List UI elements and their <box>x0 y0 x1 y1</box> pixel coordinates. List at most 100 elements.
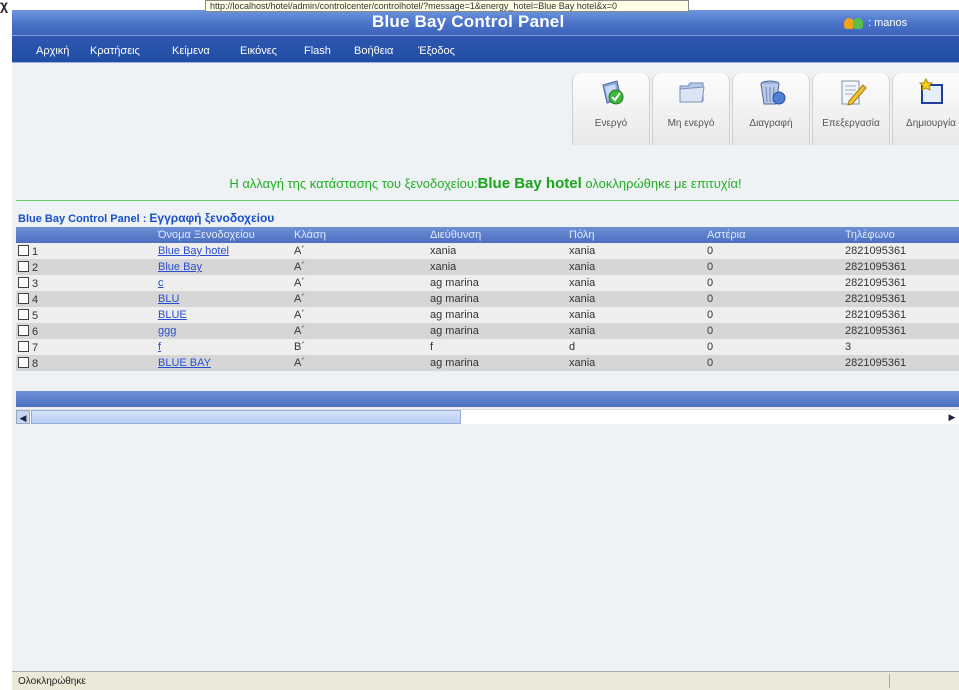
action-toolbar: Ενεργό Μη ενεργό Διαγραφή Επεξεργασία Δη… <box>572 73 959 145</box>
row-id: 6 <box>32 325 39 338</box>
cell-city: xania <box>567 291 705 307</box>
deactivate-button[interactable]: Μη ενεργό <box>652 73 730 145</box>
row-id: 5 <box>32 309 39 322</box>
deactivate-label: Μη ενεργό <box>667 118 715 129</box>
folder-icon <box>679 82 705 103</box>
activate-icon <box>602 80 624 105</box>
column-header[interactable]: Αστέρια <box>705 227 843 243</box>
message-prefix: Η αλλαγή της κατάστασης του ξενοδοχείου: <box>229 176 478 191</box>
row-checkbox[interactable] <box>18 340 29 352</box>
status-separator <box>889 674 890 688</box>
scroll-right-icon[interactable]: ▶ <box>945 410 959 424</box>
hotel-name-link[interactable]: BLUE BAY <box>158 357 211 369</box>
cell-city: d <box>567 339 705 355</box>
row-id: 7 <box>32 341 39 354</box>
row-id: 3 <box>32 277 39 290</box>
column-header[interactable]: Τηλέφωνο <box>843 227 959 243</box>
edit-button[interactable]: Επεξεργασία <box>812 73 890 145</box>
cell-stars: 0 <box>705 291 843 307</box>
create-label: Δημιουργία <box>906 118 956 129</box>
table-row: 2 Blue Bay Α´ xania xania 0 2821095361 <box>16 259 959 275</box>
message-suffix: ολοκληρώθηκε με επιτυχία! <box>581 176 742 191</box>
cell-phone: 2821095361 <box>843 323 959 339</box>
cell-phone: 3 <box>843 339 959 355</box>
delete-button[interactable]: Διαγραφή <box>732 73 810 145</box>
main-content: Ενεργό Μη ενεργό Διαγραφή Επεξεργασία Δη… <box>12 63 959 671</box>
horizontal-scrollbar[interactable]: ◀ ▶ <box>16 409 959 424</box>
nav-texts[interactable]: Κείμενα <box>172 45 210 57</box>
breadcrumb: Blue Bay Control Panel : Εγγραφή ξενοδοχ… <box>18 211 274 225</box>
cell-class: Α´ <box>292 243 428 259</box>
cell-class: Α´ <box>292 275 428 291</box>
cell-stars: 0 <box>705 307 843 323</box>
hotel-name-link[interactable]: BLUE <box>158 309 187 321</box>
table-header-row: Όνομα Ξενοδοχείου Κλάση Διεύθυνση Πόλη Α… <box>16 227 959 243</box>
main-nav: Αρχική Κρατήσεις Κείμενα Εικόνες Flash Β… <box>12 35 959 64</box>
cell-class: Β´ <box>292 339 428 355</box>
cell-city: xania <box>567 275 705 291</box>
cell-stars: 0 <box>705 259 843 275</box>
nav-flash[interactable]: Flash <box>304 45 331 57</box>
column-header[interactable]: Όνομα Ξενοδοχείου <box>156 227 292 243</box>
cell-stars: 0 <box>705 275 843 291</box>
cell-class: Α´ <box>292 291 428 307</box>
row-checkbox[interactable] <box>18 260 29 272</box>
hotel-name-link[interactable]: BLU <box>158 293 179 305</box>
nav-home[interactable]: Αρχική <box>36 45 69 57</box>
table-row: 5 BLUE Α´ ag marina xania 0 2821095361 <box>16 307 959 323</box>
hotel-name-link[interactable]: c <box>158 277 164 289</box>
scroll-left-icon[interactable]: ◀ <box>16 410 30 424</box>
cell-stars: 0 <box>705 243 843 259</box>
hotel-name-link[interactable]: f <box>158 341 161 353</box>
cell-stars: 0 <box>705 323 843 339</box>
table-row: 3 c Α´ ag marina xania 0 2821095361 <box>16 275 959 291</box>
message-hotel: Blue Bay hotel <box>477 175 582 192</box>
row-checkbox[interactable] <box>18 292 29 304</box>
cell-address: ag marina <box>428 355 567 371</box>
breadcrumb-root: Blue Bay Control Panel : <box>18 213 150 225</box>
nav-exit[interactable]: Έξοδος <box>418 45 455 57</box>
cell-stars: 0 <box>705 355 843 371</box>
create-button[interactable]: Δημιουργία <box>892 73 959 145</box>
cell-address: ag marina <box>428 275 567 291</box>
edit-icon <box>841 80 867 106</box>
scrollbar-thumb[interactable] <box>31 410 461 424</box>
cell-class: Α´ <box>292 323 428 339</box>
row-checkbox[interactable] <box>18 324 29 336</box>
column-header[interactable]: Διεύθυνση <box>428 227 567 243</box>
hotels-table-container: Όνομα Ξενοδοχείου Κλάση Διεύθυνση Πόλη Α… <box>16 227 959 407</box>
status-bar: Ολοκληρώθηκε <box>12 671 959 690</box>
nav-images[interactable]: Εικόνες <box>240 45 277 57</box>
row-checkbox[interactable] <box>18 356 29 368</box>
row-checkbox[interactable] <box>18 276 29 288</box>
cell-class: Α´ <box>292 355 428 371</box>
delete-label: Διαγραφή <box>749 118 793 129</box>
users-icon <box>844 16 866 30</box>
nav-help[interactable]: Βοήθεια <box>354 45 393 57</box>
divider <box>16 200 959 201</box>
row-checkbox[interactable] <box>18 308 29 320</box>
hotel-name-link[interactable]: ggg <box>158 325 176 337</box>
cell-city: xania <box>567 243 705 259</box>
column-header[interactable]: Κλάση <box>292 227 428 243</box>
cell-address: xania <box>428 243 567 259</box>
browser-content: http://localhost/hotel/admin/controlcent… <box>12 0 959 689</box>
cell-address: ag marina <box>428 323 567 339</box>
nav-bookings[interactable]: Κρατήσεις <box>90 45 140 57</box>
cell-class: Α´ <box>292 307 428 323</box>
app-title: Blue Bay Control Panel <box>372 12 565 31</box>
status-text: Ολοκληρώθηκε <box>18 676 86 687</box>
success-message: Η αλλαγή της κατάστασης του ξενοδοχείου:… <box>12 175 959 192</box>
cell-address: f <box>428 339 567 355</box>
activate-button[interactable]: Ενεργό <box>572 73 650 145</box>
cell-stars: 0 <box>705 339 843 355</box>
hotel-name-link[interactable]: Blue Bay <box>158 261 202 273</box>
column-header[interactable]: Πόλη <box>567 227 705 243</box>
hotel-name-link[interactable]: Blue Bay hotel <box>158 245 229 257</box>
app-header: Blue Bay Control Panel : manos <box>12 10 959 35</box>
column-header <box>16 227 156 243</box>
url-tooltip: http://localhost/hotel/admin/controlcent… <box>205 0 689 12</box>
user-box: : manos <box>844 16 907 30</box>
row-id: 8 <box>32 357 39 370</box>
row-checkbox[interactable] <box>18 244 29 256</box>
